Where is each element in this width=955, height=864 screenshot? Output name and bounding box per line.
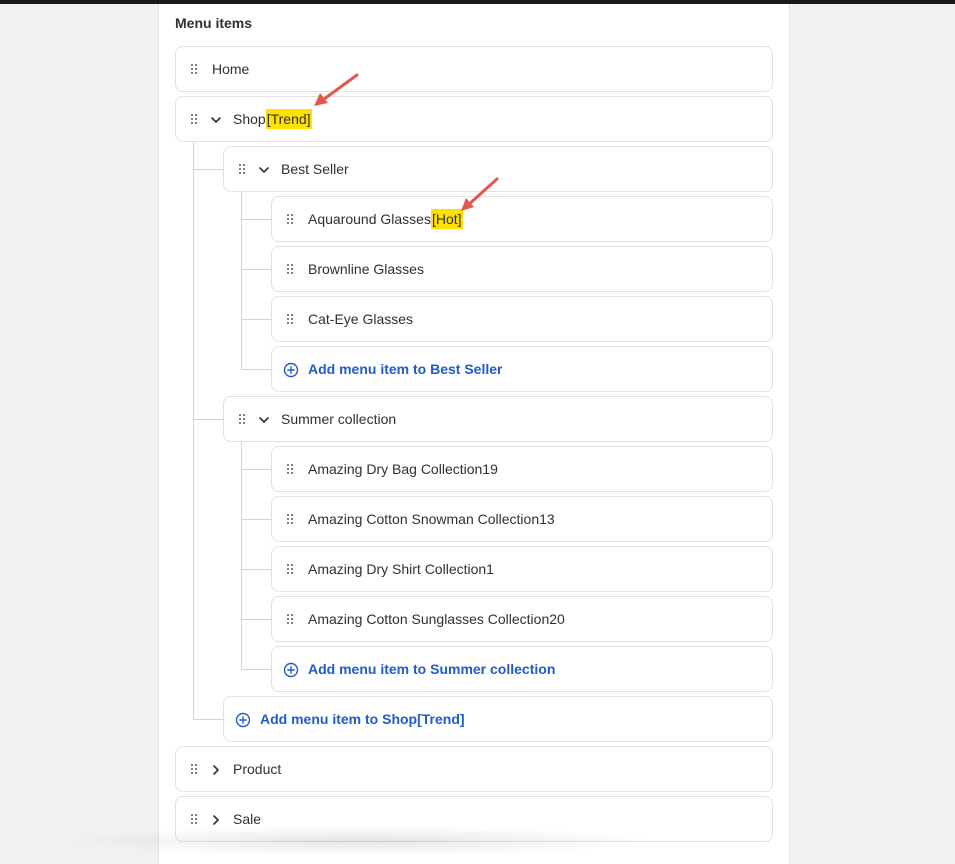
highlight-badge: [Trend] (265, 109, 312, 129)
drag-handle-icon[interactable] (286, 464, 294, 474)
menu-item-label: Aquaround Glasses (308, 211, 431, 227)
menu-item-cotton-sunglasses[interactable]: Amazing Cotton Sunglasses Collection20 (271, 596, 773, 642)
chevron-right-icon[interactable] (209, 813, 223, 827)
add-menu-item-shop-button[interactable]: Add menu item to Shop[Trend] (223, 696, 773, 742)
menu-item-brownline-glasses[interactable]: Brownline Glasses (271, 246, 773, 292)
annotation-arrow-icon (461, 177, 499, 211)
tree-line (193, 419, 223, 420)
add-menu-item-summer-button[interactable]: Add menu item to Summer collection (271, 646, 773, 692)
menu-item-label: Amazing Cotton Snowman Collection13 (308, 511, 555, 527)
menu-item-label-wrap: Shop[Trend] (233, 109, 312, 129)
menu-item-product[interactable]: Product (175, 746, 773, 792)
drag-handle-icon[interactable] (286, 514, 294, 524)
menu-item-label: Home (212, 61, 250, 77)
tree-line (241, 219, 271, 220)
menu-item-label: Amazing Dry Bag Collection19 (308, 461, 498, 477)
menu-item-label: Brownline Glasses (308, 261, 424, 277)
add-menu-item-best-seller-button[interactable]: Add menu item to Best Seller (271, 346, 773, 392)
plus-circle-icon (283, 662, 299, 678)
menu-item-dry-shirt[interactable]: Amazing Dry Shirt Collection1 (271, 546, 773, 592)
tree-line (193, 142, 194, 719)
tree-line (241, 569, 271, 570)
menu-item-dry-bag[interactable]: Amazing Dry Bag Collection19 (271, 446, 773, 492)
chevron-right-icon[interactable] (209, 763, 223, 777)
tree-line (193, 719, 223, 720)
drag-handle-icon[interactable] (286, 314, 294, 324)
menu-item-label: Cat-Eye Glasses (308, 311, 414, 327)
menu-item-aquaround-glasses[interactable]: Aquaround Glasses[Hot] (271, 196, 773, 242)
drag-handle-icon[interactable] (190, 764, 198, 774)
add-menu-item-label: Add menu item to Shop[Trend] (260, 711, 465, 727)
menu-item-label: Sale (233, 811, 262, 827)
menu-item-label-wrap: Aquaround Glasses[Hot] (308, 209, 463, 229)
tree-line (241, 669, 271, 670)
drag-handle-icon[interactable] (190, 64, 198, 74)
drag-handle-icon[interactable] (286, 264, 294, 274)
tree-line (241, 442, 242, 669)
drag-handle-icon[interactable] (286, 214, 294, 224)
plus-circle-icon (283, 362, 299, 378)
tree-line (241, 269, 271, 270)
drag-handle-icon[interactable] (190, 814, 198, 824)
menu-item-summer-collection[interactable]: Summer collection (223, 396, 773, 442)
tree-line (241, 519, 271, 520)
tree-line (241, 369, 271, 370)
menu-item-label: Product (233, 761, 282, 777)
menu-item-label: Best Seller (281, 161, 349, 177)
menu-item-label: Shop (233, 111, 266, 127)
chevron-down-icon[interactable] (209, 113, 223, 127)
bottom-shadow (60, 826, 660, 856)
drag-handle-icon[interactable] (286, 614, 294, 624)
add-menu-item-label: Add menu item to Summer collection (308, 661, 556, 677)
menu-item-cotton-snowman[interactable]: Amazing Cotton Snowman Collection13 (271, 496, 773, 542)
add-menu-item-label: Add menu item to Best Seller (308, 361, 503, 377)
menu-item-cat-eye-glasses[interactable]: Cat-Eye Glasses (271, 296, 773, 342)
tree-line (241, 469, 271, 470)
menu-item-label: Summer collection (281, 411, 397, 427)
tree-line (241, 319, 271, 320)
drag-handle-icon[interactable] (190, 114, 198, 124)
menu-item-label: Amazing Cotton Sunglasses Collection20 (308, 611, 565, 627)
menu-item-home[interactable]: Home (175, 46, 773, 92)
drag-handle-icon[interactable] (238, 414, 246, 424)
plus-circle-icon (235, 712, 251, 728)
annotation-arrow-icon (314, 73, 359, 106)
menu-item-shop[interactable]: Shop[Trend] (175, 96, 773, 142)
drag-handle-icon[interactable] (238, 164, 246, 174)
chevron-down-icon[interactable] (257, 163, 271, 177)
tree-line (193, 169, 223, 170)
section-title: Menu items (175, 15, 253, 31)
drag-handle-icon[interactable] (286, 564, 294, 574)
chevron-down-icon[interactable] (257, 413, 271, 427)
menu-item-label: Amazing Dry Shirt Collection1 (308, 561, 494, 577)
tree-line (241, 619, 271, 620)
